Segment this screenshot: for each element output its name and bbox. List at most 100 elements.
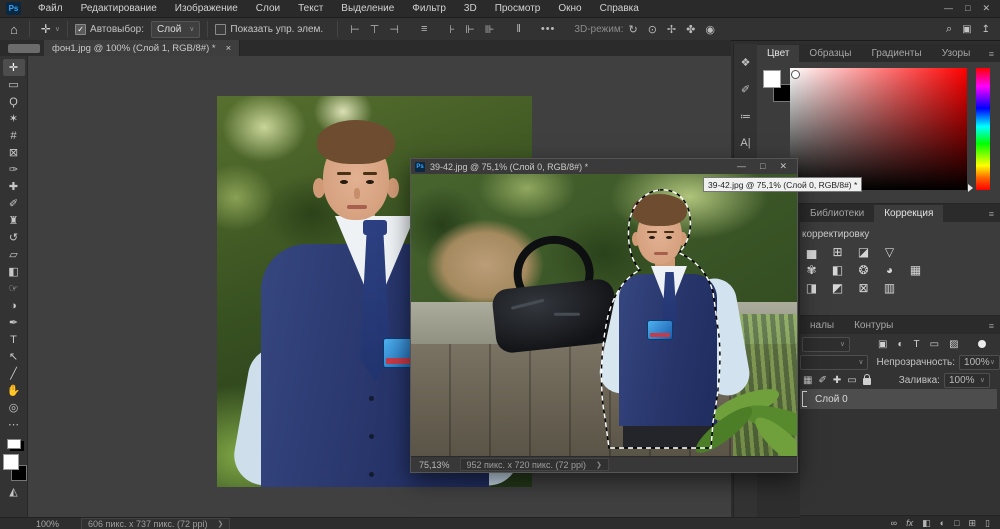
- menu-select[interactable]: Выделение: [332, 0, 403, 17]
- menu-window[interactable]: Окно: [549, 0, 590, 17]
- pan-3d-icon[interactable]: ✢: [662, 23, 681, 36]
- hue-saturation-adjustment-icon[interactable]: ◧: [829, 262, 846, 277]
- line-tool[interactable]: ╱: [3, 365, 25, 382]
- slide-3d-icon[interactable]: ✤: [681, 23, 700, 36]
- share-icon[interactable]: ↥: [982, 24, 990, 35]
- frame-tool[interactable]: ⊠: [3, 144, 25, 161]
- color-balance-adjustment-icon[interactable]: ❂: [855, 262, 872, 277]
- filter-smart-objects-icon[interactable]: ▨: [949, 339, 958, 350]
- align-left-icon[interactable]: ⊢: [345, 23, 365, 36]
- crop-tool[interactable]: #: [3, 127, 25, 144]
- curves-adjustment-icon[interactable]: ⊞: [829, 244, 846, 259]
- camera-3d-icon[interactable]: ◉: [700, 23, 720, 36]
- tab-channels-clipped[interactable]: налы: [800, 317, 844, 334]
- clone-stamp-tool[interactable]: ♜: [3, 212, 25, 229]
- app-minimize-button[interactable]: —: [944, 3, 953, 14]
- search-icon[interactable]: ⌕: [946, 23, 952, 36]
- pen-tool[interactable]: ✒: [3, 314, 25, 331]
- edit-toolbar-icon[interactable]: ⋯: [3, 416, 25, 433]
- window-zoom-level[interactable]: 75,13%: [419, 460, 450, 470]
- app-maximize-button[interactable]: □: [965, 3, 970, 14]
- move-tool[interactable]: ✛: [3, 59, 25, 76]
- lasso-tool[interactable]: Ϙ: [3, 93, 25, 110]
- lock-position-icon[interactable]: ✚: [833, 375, 841, 386]
- tab-libraries[interactable]: Библиотеки: [800, 205, 874, 222]
- vibrance-adjustment-icon[interactable]: ✾: [803, 262, 820, 277]
- hue-slider[interactable]: [976, 68, 990, 190]
- autoselect-target-dropdown[interactable]: Слой ∨: [151, 21, 200, 38]
- distribute-horizontal-icon[interactable]: ‖: [511, 23, 526, 35]
- menu-type[interactable]: Текст: [289, 0, 332, 17]
- panel-menu-icon[interactable]: ≡: [989, 49, 1000, 62]
- menu-layers[interactable]: Слои: [247, 0, 289, 17]
- tab-gradients[interactable]: Градиенты: [861, 45, 931, 62]
- tab-color[interactable]: Цвет: [757, 45, 799, 62]
- tab-bar-chip[interactable]: [8, 44, 40, 53]
- panel-menu-icon[interactable]: ≡: [989, 209, 1000, 222]
- gradient-map-adjustment-icon[interactable]: ◨: [803, 280, 820, 295]
- home-icon[interactable]: ⌂: [6, 22, 22, 37]
- fill-dropdown[interactable]: 100% ∨: [944, 373, 990, 388]
- posterize-adjustment-icon[interactable]: ▥: [881, 280, 898, 295]
- menu-view[interactable]: Просмотр: [486, 0, 550, 17]
- layer-filter-kind-dropdown[interactable]: ∨: [802, 337, 850, 352]
- distribute-center-icon[interactable]: ⊩: [460, 23, 480, 36]
- foreground-color-swatch[interactable]: [3, 454, 19, 470]
- menu-edit[interactable]: Редактирование: [72, 0, 166, 17]
- menu-image[interactable]: Изображение: [166, 0, 247, 17]
- filter-adjustment-layers-icon[interactable]: ◐: [897, 339, 903, 350]
- path-select-tool[interactable]: ↖: [3, 348, 25, 365]
- floating-window-titlebar[interactable]: Ps 39-42.jpg @ 75,1% (Слой 0, RGB/8#) * …: [411, 159, 797, 175]
- tab-paths[interactable]: Контуры: [844, 317, 903, 334]
- magic-wand-tool[interactable]: ✶: [3, 110, 25, 127]
- tab-close-icon[interactable]: ×: [226, 43, 232, 54]
- gradient-tool[interactable]: ◧: [3, 263, 25, 280]
- orbit-3d-icon[interactable]: ↻: [623, 23, 642, 36]
- window-close-button[interactable]: ✕: [779, 161, 787, 172]
- selective-color-adjustment-icon[interactable]: ◩: [829, 280, 846, 295]
- channel-mixer-adjustment-icon[interactable]: ▦: [907, 262, 924, 277]
- brush-settings-panel-icon[interactable]: ✐: [741, 83, 750, 96]
- exposure-adjustment-icon[interactable]: ◪: [855, 244, 872, 259]
- history-brush-tool[interactable]: ↺: [3, 229, 25, 246]
- status-chevron-icon[interactable]: ❯: [217, 520, 223, 528]
- healing-brush-tool[interactable]: ✚: [3, 178, 25, 195]
- distribute-bottom-icon[interactable]: ⊪: [480, 23, 500, 36]
- window-document-dimensions[interactable]: 952 пикс. x 720 пикс. (72 ppi) ❯: [460, 458, 609, 471]
- link-layers-icon[interactable]: ∞: [891, 518, 897, 528]
- eraser-tool[interactable]: ▱: [3, 246, 25, 263]
- tab-adjustments[interactable]: Коррекция: [874, 205, 943, 222]
- type-tool[interactable]: T: [3, 331, 25, 348]
- layer-mask-icon[interactable]: ◧: [922, 518, 931, 529]
- lock-artboard-icon[interactable]: ▭: [847, 375, 856, 386]
- delete-layer-icon[interactable]: ▯: [985, 518, 990, 529]
- lock-image-icon[interactable]: ✐: [818, 375, 826, 386]
- brush-tool[interactable]: ✐: [3, 195, 25, 212]
- filter-pixel-layers-icon[interactable]: ▣: [878, 339, 887, 350]
- workspace-switcher-icon[interactable]: ▣: [962, 24, 971, 35]
- more-options-icon[interactable]: •••: [536, 23, 561, 35]
- roll-3d-icon[interactable]: ⊙: [643, 23, 662, 36]
- blend-mode-dropdown[interactable]: ∨: [800, 355, 868, 370]
- smudge-tool[interactable]: ☞: [3, 280, 25, 297]
- filter-type-layers-icon[interactable]: T: [914, 339, 920, 350]
- black-white-adjustment-icon[interactable]: ◕: [881, 262, 898, 277]
- zoom-tool[interactable]: ◎: [3, 399, 25, 416]
- distribute-top-icon[interactable]: ⊦: [444, 23, 460, 36]
- filter-toggle-icon[interactable]: [978, 340, 986, 348]
- app-close-button[interactable]: ✕: [982, 3, 990, 14]
- opacity-dropdown[interactable]: 100% ∨: [959, 355, 1000, 370]
- window-minimize-button[interactable]: —: [737, 161, 746, 172]
- align-right-icon[interactable]: ⊣: [384, 23, 404, 36]
- document-tab-fon1[interactable]: фон1.jpg @ 100% (Слой 1, RGB/8#) * ×: [44, 40, 240, 56]
- tab-swatches[interactable]: Образцы: [799, 45, 861, 62]
- floating-document-window[interactable]: Ps 39-42.jpg @ 75,1% (Слой 0, RGB/8#) * …: [410, 158, 798, 473]
- saturation-brightness-field[interactable]: [790, 68, 967, 190]
- color-picker-handle[interactable]: [791, 70, 800, 79]
- document-canvas-39-42[interactable]: [411, 174, 797, 457]
- character-panel-icon[interactable]: A|: [740, 137, 750, 149]
- menu-filter[interactable]: Фильтр: [403, 0, 455, 17]
- levels-adjustment-icon[interactable]: ▅: [803, 244, 820, 259]
- marquee-tool[interactable]: ▭: [3, 76, 25, 93]
- filter-shape-layers-icon[interactable]: ▭: [930, 339, 939, 350]
